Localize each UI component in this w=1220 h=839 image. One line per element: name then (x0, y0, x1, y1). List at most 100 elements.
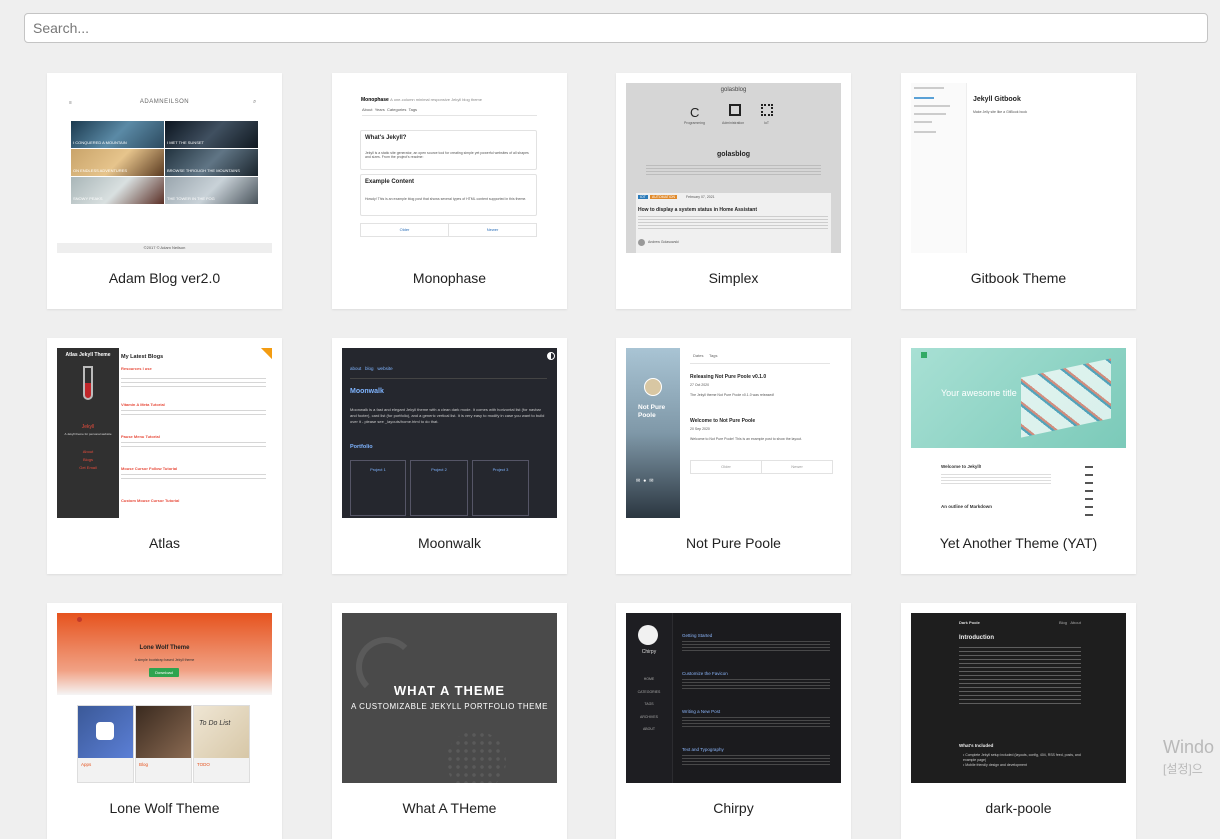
avatar (644, 378, 662, 396)
theme-name: dark-poole (985, 800, 1052, 816)
theme-name: Lone Wolf Theme (109, 800, 220, 816)
preview-brand: ADAMNEILSON (139, 99, 190, 105)
theme-card-atlas[interactable]: Atlas Jekyll Theme Jekyll A Jekyll theme… (47, 338, 282, 574)
theme-preview: golasblog C Programming Administration I… (626, 83, 841, 253)
post-title: BROWSE THROUGH THE MOUNTAINS (167, 168, 240, 173)
preview-nav: Blog About (1059, 620, 1081, 625)
download-button: Download (149, 668, 179, 677)
theme-card-dark-poole[interactable]: Dark Poole Blog About Introduction What'… (901, 603, 1136, 839)
theme-name: Moonwalk (417, 535, 482, 551)
preview-tabs: Dates Tags (693, 353, 718, 358)
preview-site: golasblog (720, 87, 747, 93)
theme-preview: Jekyll Gitbook Make Jelly site like a Gi… (911, 83, 1126, 253)
theme-card-what-a-theme[interactable]: WHAT A THEME A CUSTOMIZABLE JEKYLL PORTF… (332, 603, 567, 839)
theme-card-not-pure-poole[interactable]: Not Pure Poole ✉●✉ Dates Tags Releasing … (616, 338, 851, 574)
windows-activation-watermark: Windo (1163, 737, 1215, 757)
theme-preview: Monophase A one-column minimal responsiv… (342, 83, 557, 253)
theme-preview: Atlas Jekyll Theme Jekyll A Jekyll theme… (57, 348, 272, 518)
post-title: I CONQUERED A MOUNTAIN (73, 140, 127, 145)
sidebar: Atlas Jekyll Theme Jekyll A Jekyll theme… (57, 348, 119, 518)
google-icon (96, 722, 114, 740)
banner: Your awesome title (911, 348, 1126, 448)
sidebar: Chirpy HOME CATEGORIES TAGS ARCHIVES ABOUT (626, 613, 673, 783)
theme-preview: Your awesome title Welcome to Jekyll! An… (911, 348, 1126, 518)
theme-card-moonwalk[interactable]: about blog website Moonwalk Moonwalk is … (332, 338, 567, 574)
preview-title: Moonwalk (350, 388, 384, 395)
code-icon: C (690, 105, 700, 120)
preview-brand: Dark Poole (959, 620, 980, 625)
search-icon: ⌕ (253, 99, 257, 105)
theme-name: Yet Another Theme (YAT) (939, 535, 1098, 551)
theme-preview: Lone Wolf Theme A simple bootstrap based… (57, 613, 272, 783)
theme-card-lone-wolf[interactable]: Lone Wolf Theme A simple bootstrap based… (47, 603, 282, 839)
post-title: THE TOWER IN THE FOG (167, 196, 215, 201)
decor-dots (446, 731, 506, 783)
tag-list (1085, 466, 1093, 516)
preview-subtitle: A CUSTOMIZABLE JEKYLL PORTFOLIO THEME (351, 702, 548, 711)
post-card: IOT AUTOMATION February 07, 2021 How to … (636, 193, 831, 253)
sidebar-nav: HOME CATEGORIES TAGS ARCHIVES ABOUT (637, 677, 661, 731)
preview-heading: My Latest Blogs (121, 354, 164, 360)
theme-card-gitbook[interactable]: Jekyll Gitbook Make Jelly site like a Gi… (901, 73, 1136, 309)
logo-icon (77, 617, 82, 622)
chip-icon (761, 104, 773, 116)
avatar (638, 625, 658, 645)
tile-card: Apps (77, 705, 134, 783)
theme-preview: WHAT A THEME A CUSTOMIZABLE JEKYLL PORTF… (342, 613, 557, 783)
hero: Lone Wolf Theme A simple bootstrap based… (57, 613, 272, 695)
theme-preview: Chirpy HOME CATEGORIES TAGS ARCHIVES ABOUT G… (626, 613, 841, 783)
preview-title: Monophase A one-column minimal responsiv… (361, 97, 482, 103)
preview-title: Introduction (959, 635, 994, 641)
theme-name: Chirpy (713, 800, 754, 816)
theme-preview: Not Pure Poole ✉●✉ Dates Tags Releasing … (626, 348, 841, 518)
post-card: Example Content Howdy! This is an exampl… (360, 174, 537, 216)
tile-card: Blog (135, 705, 192, 783)
avatar (638, 239, 645, 246)
theme-preview: about blog website Moonwalk Moonwalk is … (342, 348, 557, 518)
windows-activation-watermark-sub: [설정]으 (1163, 762, 1203, 776)
theme-name: Adam Blog ver2.0 (108, 270, 221, 286)
server-icon (729, 104, 741, 116)
preview-nav: about blog website (350, 366, 393, 371)
sidebar: Not Pure Poole ✉●✉ (626, 348, 680, 518)
theme-card-adam-blog[interactable]: ≡ ADAMNEILSON ⌕ I CONQUERED A MOUNTAIN I… (47, 73, 282, 309)
test-tube-icon (83, 366, 93, 400)
project-card: Project 1 (350, 460, 406, 516)
older-link: Older (690, 460, 762, 474)
corner-ribbon (250, 348, 272, 364)
post-title: ON ENDLESS ADVENTURES (73, 168, 128, 173)
bullet-list: • Complete Jekyll setup included (layout… (963, 753, 1081, 767)
sidebar (911, 83, 967, 253)
tile-card: To Do List TODO (193, 705, 250, 783)
post-card: What's Jekyll? Jekyll is a static site g… (360, 130, 537, 170)
theme-card-monophase[interactable]: Monophase A one-column minimal responsiv… (332, 73, 567, 309)
theme-card-chirpy[interactable]: Chirpy HOME CATEGORIES TAGS ARCHIVES ABOUT G… (616, 603, 851, 839)
newer-link: Newer (448, 223, 537, 237)
preview-nav: About Years Categories Tags (362, 107, 537, 116)
project-card: Project 3 (472, 460, 529, 516)
post-title: SNOWY PEAKS (73, 196, 103, 201)
theme-preview: ≡ ADAMNEILSON ⌕ I CONQUERED A MOUNTAIN I… (57, 83, 272, 253)
older-link: Older (360, 223, 449, 237)
post-title: I MET THE SUNSET (167, 140, 204, 145)
theme-name: What A THeme (402, 800, 497, 816)
social-icons: ✉●✉ (636, 478, 657, 484)
preview-heading: golasblog (716, 151, 751, 158)
theme-name: Monophase (412, 270, 487, 286)
preview-title: WHAT A THEME (393, 683, 506, 698)
search-input[interactable] (24, 13, 1208, 43)
banner-illustration (1021, 358, 1111, 438)
preview-title: Jekyll Gitbook (973, 96, 1021, 103)
preview-footer: ©2017 © Adam Neilson (57, 243, 272, 253)
logo-icon (921, 352, 927, 358)
theme-name: Not Pure Poole (686, 535, 781, 551)
theme-preview: Dark Poole Blog About Introduction What'… (911, 613, 1126, 783)
theme-name: Atlas (148, 535, 181, 551)
text-lines (646, 165, 821, 175)
project-card: Project 2 (410, 460, 468, 516)
theme-name: Gitbook Theme (970, 270, 1067, 286)
theme-card-simplex[interactable]: golasblog C Programming Administration I… (616, 73, 851, 309)
newer-link: Newer (761, 460, 833, 474)
dark-mode-icon (547, 352, 555, 360)
theme-card-yat[interactable]: Your awesome title Welcome to Jekyll! An… (901, 338, 1136, 574)
